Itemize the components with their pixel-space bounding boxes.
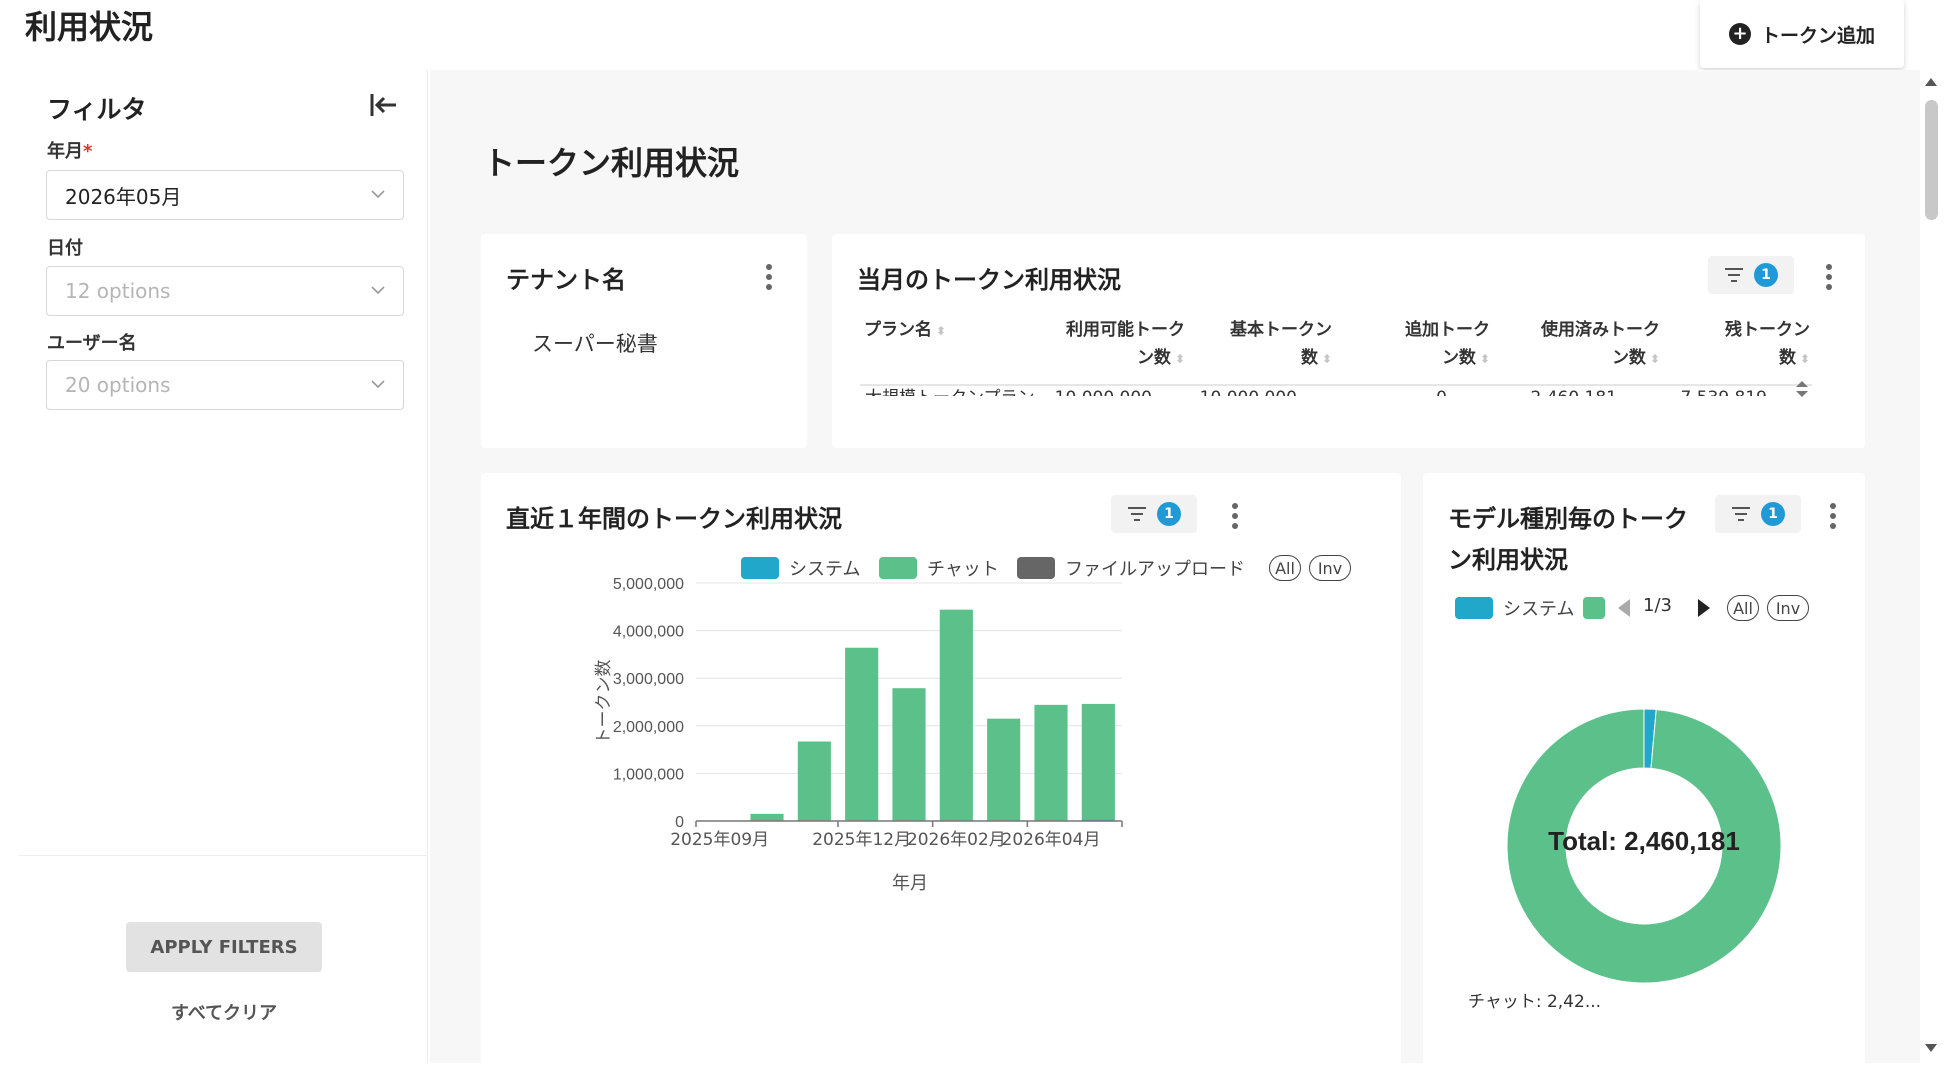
column-header-used-tokens[interactable]: 使用済みトーク ン数 ⬍ [1490,316,1660,373]
table-cell-base: 10,000,000 [1172,386,1297,396]
year-month-select[interactable]: 2026年05月 [46,170,404,220]
filter-icon [1725,268,1743,282]
date-select[interactable]: 12 options [46,266,404,316]
filter-sidebar: フィルタ 年月* 2026年05月 日付 12 options ユーザー名 20… [0,70,428,1063]
column-header-plan[interactable]: プラン名 ⬍ [864,316,964,345]
chevron-down-icon [371,380,385,389]
user-name-select[interactable]: 20 options [46,360,404,410]
table-cell-available: 10,000,000 [1052,386,1152,396]
x-tick-label: 2026年04月 [1002,830,1101,850]
dashboard-area: トークン利用状況 テナント名 スーパー秘書 当月のトークン利用状況 1 プラン名… [430,70,1920,1063]
add-token-label: トークン追加 [1760,24,1875,47]
y-tick-label: 4,000,000 [613,624,684,641]
date-placeholder: 12 options [65,279,171,303]
table-cell-plan: 大規模トークンプラン [865,386,1055,396]
bar-チャット-2026年01月[interactable] [892,688,926,821]
chevron-down-icon [371,286,385,295]
y-tick-label: 0 [675,814,684,831]
vertical-scrollbar[interactable] [1920,78,1942,1063]
y-tick-label: 1,000,000 [613,766,684,783]
monthly-usage-table-header: プラン名 ⬍ 利用可能トーク ン数 ⬍ 基本トークン数 ⬍ 追加トーク ン数 ⬍ 使用済みト… [860,304,1812,376]
scroll-up-arrow[interactable] [1925,78,1937,86]
sort-icon: ⬍ [1799,352,1810,366]
bar-チャット-2026年02月[interactable] [939,609,973,821]
table-cell-remaining: 7,539,819 [1632,386,1767,396]
more-menu-icon[interactable] [765,264,773,294]
add-token-button[interactable]: + トークン追加 [1700,0,1904,68]
column-header-base-tokens[interactable]: 基本トークン数 ⬍ [1180,316,1332,373]
column-header-additional-tokens[interactable]: 追加トーク ン数 ⬍ [1330,316,1490,373]
page-title: 利用状況 [25,8,154,46]
sidebar-footer-divider [18,855,428,856]
plus-circle-icon: + [1728,23,1751,45]
filter-count-badge: 1 [1754,263,1778,287]
x-axis-label: 年月 [892,873,928,894]
tenant-card: テナント名 スーパー秘書 [481,234,807,448]
table-scroll-arrows-icon[interactable] [1794,380,1810,398]
sort-icon: ⬍ [1479,352,1490,366]
x-tick-label: 2025年12月 [812,830,911,850]
dashboard-title: トークン利用状況 [483,144,740,182]
required-asterisk: * [83,141,93,162]
column-header-remaining-tokens[interactable]: 残トークン数 ⬍ [1660,316,1810,373]
collapse-sidebar-icon[interactable] [366,88,400,122]
tenant-name-value: スーパー秘書 [532,332,658,356]
y-tick-label: 5,000,000 [613,576,684,593]
model-donut-chart: Total: 2,460,181 チャット: 2,42... [1468,708,1782,1012]
table-cell-used: 2,460,181 [1472,386,1617,396]
clear-all-button[interactable]: すべてクリア [126,996,322,1028]
sidebar-title: フィルタ [47,95,147,124]
y-tick-label: 3,000,000 [613,671,684,688]
yearly-usage-card: 直近１年間のトークン利用状況 1 システム チャット ファイルアップロード Al… [481,473,1401,1063]
monthly-usage-title: 当月のトークン利用状況 [857,266,1121,294]
table-cell-additional: 0 [1322,386,1447,396]
sort-icon: ⬍ [1649,352,1660,366]
bar-チャット-2025年11月[interactable] [797,741,831,821]
x-tick-label: 2026年02月 [907,830,1006,850]
user-name-placeholder: 20 options [65,373,171,397]
donut-slice-label: チャット: 2,42... [1468,992,1601,1012]
sort-icon: ⬍ [936,324,947,338]
user-name-label: ユーザー名 [47,333,137,354]
year-month-label: 年月* [47,141,93,162]
bar-チャット-2025年10月[interactable] [750,813,784,821]
bar-チャット-2025年12月[interactable] [845,647,879,821]
bar-チャット-2026年04月[interactable] [1034,704,1068,821]
app-root: 利用状況 + トークン追加 フィルタ 年月* 2026年05月 日付 12 op… [0,0,1950,1087]
y-tick-label: 2,000,000 [613,719,684,736]
tenant-card-title: テナント名 [506,266,626,294]
year-month-value: 2026年05月 [65,184,182,209]
scroll-down-arrow[interactable] [1925,1044,1937,1052]
y-axis-label: トークン数 [594,660,614,745]
donut-total-label: Total: 2,460,181 [1548,826,1740,856]
apply-filters-button[interactable]: APPLY FILTERS [126,922,322,972]
bar-チャット-2026年05月[interactable] [1081,703,1115,820]
monthly-usage-card: 当月のトークン利用状況 1 プラン名 ⬍ 利用可能トーク ン数 ⬍ 基本トークン数 ⬍ … [832,234,1865,448]
bar-チャット-2026年03月[interactable] [987,718,1021,821]
model-usage-card: モデル種別毎のトーク ン利用状況 1 システム 1/3 All Inv Tota… [1423,473,1865,1063]
filter-indicator[interactable]: 1 [1708,256,1794,294]
x-tick-label: 2025年09月 [670,830,769,850]
scrollbar-thumb[interactable] [1925,100,1938,220]
date-label: 日付 [47,238,83,259]
column-header-available-tokens[interactable]: 利用可能トーク ン数 ⬍ [1010,316,1185,373]
yearly-bar-chart: 0 1,000,000 2,000,000 3,000,000 4,000,000 5,0… [594,576,1123,894]
more-menu-icon[interactable] [1825,264,1833,294]
chevron-down-icon [371,190,385,199]
